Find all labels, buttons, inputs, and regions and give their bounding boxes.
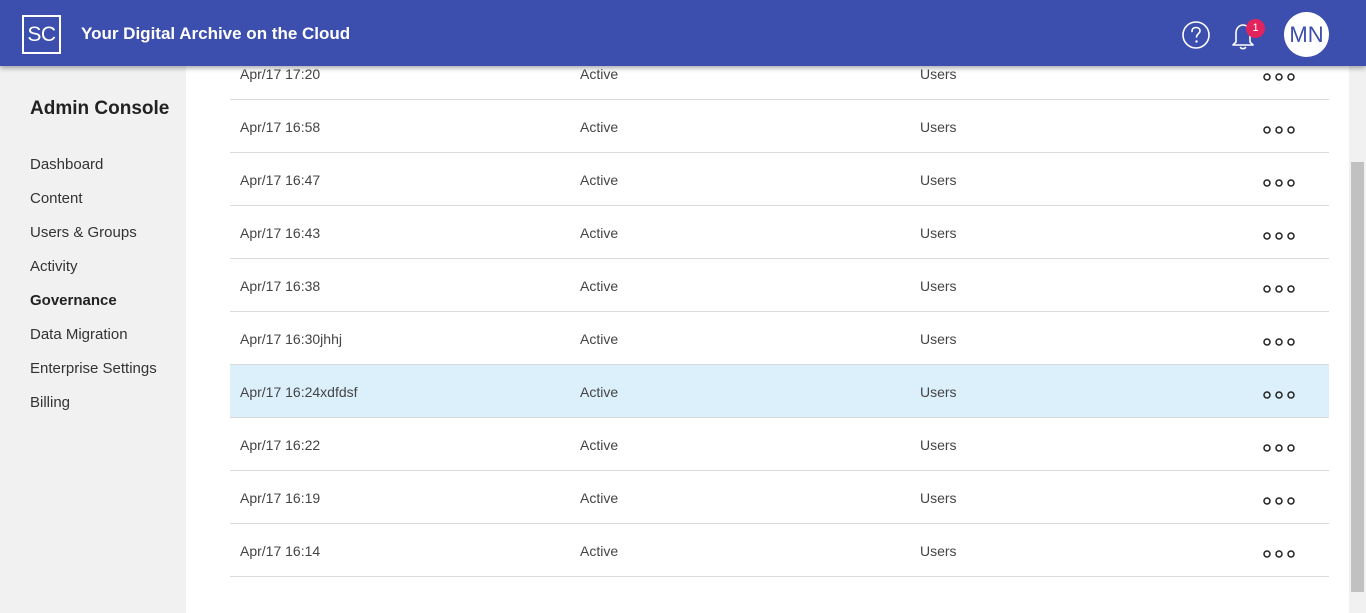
sidebar-item-enterprise-settings[interactable]: Enterprise Settings [30,360,157,377]
row-date: Apr/17 16:58 [240,119,321,135]
vertical-scrollbar[interactable] [1349,66,1366,613]
row-status: Active [580,384,619,400]
more-options-icon[interactable] [1262,175,1298,187]
more-options-icon[interactable] [1262,228,1298,240]
sidebar-item-governance[interactable]: Governance [30,292,117,309]
more-options-icon[interactable] [1262,69,1298,81]
row-date: Apr/17 16:14 [240,543,321,559]
row-status: Active [580,225,619,241]
help-button[interactable] [1181,20,1211,50]
row-status: Active [580,66,619,82]
more-options-icon[interactable] [1262,493,1298,505]
row-type: Users [920,331,957,347]
row-type: Users [920,490,957,506]
sidebar: Admin Console Dashboard Content Users & … [0,66,186,613]
question-circle-icon [1182,21,1210,49]
row-status: Active [580,278,619,294]
app-logo[interactable]: SC [22,15,61,54]
row-type: Users [920,278,957,294]
row-status: Active [580,331,619,347]
row-date: Apr/17 16:24xdfdsf [240,384,358,400]
more-options-icon[interactable] [1262,334,1298,346]
row-type: Users [920,119,957,135]
table-row-selected[interactable]: Apr/17 16:24xdfdsf Active Users [230,365,1329,418]
more-options-icon[interactable] [1262,281,1298,293]
row-status: Active [580,543,619,559]
row-date: Apr/17 17:20 [240,66,321,82]
row-status: Active [580,437,619,453]
sidebar-item-content[interactable]: Content [30,190,83,207]
app-title: Your Digital Archive on the Cloud [81,24,351,43]
top-bar: SC Your Digital Archive on the Cloud 1 M… [0,0,1366,66]
row-date: Apr/17 16:30jhhj [240,331,342,347]
row-status: Active [580,172,619,188]
user-avatar[interactable]: MN [1284,12,1329,57]
table-row[interactable]: Apr/17 16:43 Active Users [230,206,1329,259]
table-row[interactable]: Apr/17 16:14 Active Users [230,524,1329,577]
sidebar-item-activity[interactable]: Activity [30,258,78,275]
row-status: Active [580,119,619,135]
row-type: Users [920,225,957,241]
sidebar-item-users-groups[interactable]: Users & Groups [30,224,137,241]
row-date: Apr/17 16:47 [240,172,321,188]
table-row[interactable]: Apr/17 16:58 Active Users [230,100,1329,153]
row-type: Users [920,437,957,453]
row-type: Users [920,66,957,82]
row-type: Users [920,543,957,559]
table-row[interactable]: Apr/17 16:47 Active Users [230,153,1329,206]
row-date: Apr/17 16:22 [240,437,321,453]
more-options-icon[interactable] [1262,122,1298,134]
table-row[interactable]: Apr/17 16:22 Active Users [230,418,1329,471]
table-row[interactable]: Apr/17 16:30jhhj Active Users [230,312,1329,365]
row-date: Apr/17 16:43 [240,225,321,241]
scrollbar-thumb[interactable] [1351,162,1364,592]
sidebar-item-dashboard[interactable]: Dashboard [30,156,103,173]
sidebar-item-data-migration[interactable]: Data Migration [30,326,128,343]
console-title: Admin Console [30,98,170,119]
table-row[interactable]: Apr/17 16:19 Active Users [230,471,1329,524]
more-options-icon[interactable] [1262,387,1298,399]
more-options-icon[interactable] [1262,440,1298,452]
activity-table: Apr/17 17:20 Active Users Apr/17 16:58 A… [230,47,1329,577]
more-options-icon[interactable] [1262,546,1298,558]
notification-badge: 1 [1246,19,1265,38]
row-date: Apr/17 16:38 [240,278,321,294]
sidebar-item-billing[interactable]: Billing [30,394,70,411]
row-type: Users [920,384,957,400]
row-status: Active [580,490,619,506]
table-row[interactable]: Apr/17 16:38 Active Users [230,259,1329,312]
row-date: Apr/17 16:19 [240,490,321,506]
row-type: Users [920,172,957,188]
